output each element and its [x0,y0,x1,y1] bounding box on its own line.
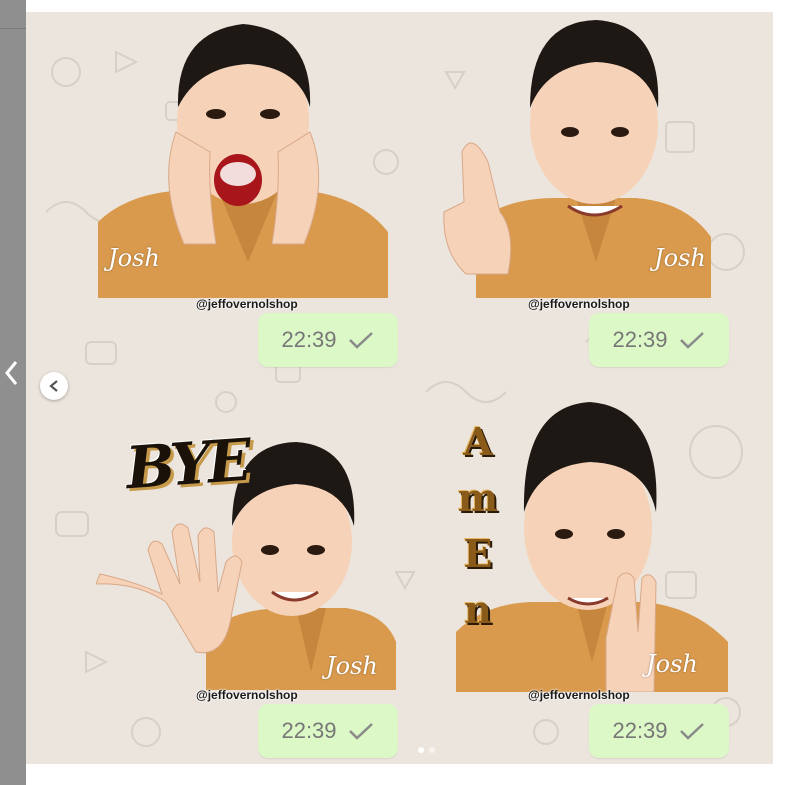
sticker-caption-amen: A m E n [458,414,498,638]
checkmark-icon [678,721,706,741]
sticker-watermark: @jeffovernolshop [196,297,298,311]
sticker-signature: Josh [646,650,698,678]
message-bubble[interactable]: 22:39 [589,313,729,367]
sticker-watermark: @jeffovernolshop [196,688,298,702]
left-gutter [0,0,26,785]
carousel-dot[interactable] [429,747,435,753]
message-bubble[interactable]: 22:39 [589,704,729,758]
caption-letter: m [457,475,499,520]
checkmark-icon [347,721,375,741]
sticker-watermark: @jeffovernolshop [528,297,630,311]
checkmark-icon [347,330,375,350]
carousel-prev-icon[interactable] [40,372,68,400]
sticker-signature: Josh [108,244,160,272]
message-bubble[interactable]: 22:39 [258,313,398,367]
sticker-thumbs-up[interactable]: Josh [436,12,716,298]
sticker-signature: Josh [654,244,706,272]
sticker-watermark: @jeffovernolshop [528,688,630,702]
gutter-divider [0,28,26,29]
message-time: 22:39 [281,327,337,352]
sticker-signature: Josh [326,652,378,680]
chat-canvas: Josh @jeffovernolshop 22:39 Josh @jeffov… [26,12,774,764]
message-time: 22:39 [612,718,668,743]
message-time: 22:39 [612,327,668,352]
sticker-caption-bye: BYE [123,425,250,503]
carousel-dots [418,747,435,753]
message-time: 22:39 [281,718,337,743]
right-margin [773,0,785,785]
checkmark-icon [678,330,706,350]
caption-letter: n [464,587,492,632]
message-bubble[interactable]: 22:39 [258,704,398,758]
caption-letter: A [463,419,493,464]
carousel-dot[interactable] [418,747,424,753]
sticker-shocked[interactable]: Josh [98,12,388,298]
chevron-left-icon[interactable] [0,356,22,390]
caption-letter: E [463,531,493,576]
